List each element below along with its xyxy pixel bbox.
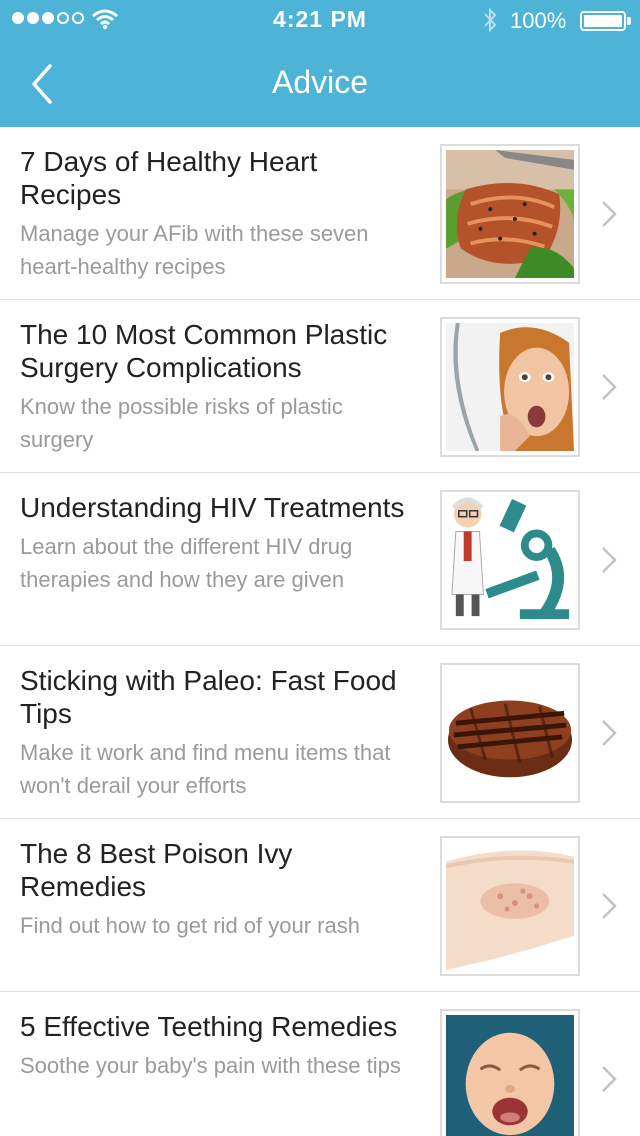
article-title: 7 Days of Healthy Heart Recipes — [20, 146, 318, 210]
salmon-salad-image — [446, 150, 574, 278]
article-thumbnail — [440, 317, 580, 457]
crying-baby-image — [446, 1015, 574, 1136]
doctor-microscope-image — [446, 496, 574, 624]
chevron-right-icon — [602, 547, 617, 573]
article-thumbnail — [440, 490, 580, 630]
status-bar: 4:21 PM 100% — [0, 0, 640, 40]
worried-woman-image — [446, 323, 574, 451]
chevron-right-icon — [602, 201, 617, 227]
article-subtitle: Know the possible risks of plastic surge… — [20, 394, 343, 452]
chevron-right-icon — [602, 1066, 617, 1092]
grilled-patty-image — [446, 669, 574, 797]
battery-icon — [580, 11, 626, 31]
article-thumbnail — [440, 836, 580, 976]
article-row[interactable]: 5 Effective Teething Remedies Soothe you… — [0, 992, 640, 1136]
article-title: Understanding HIV Treatments — [20, 492, 405, 523]
chevron-right-icon — [602, 374, 617, 400]
chevron-right-icon — [602, 893, 617, 919]
chevron-right-icon — [602, 720, 617, 746]
article-title: 5 Effective Teething Remedies — [20, 1011, 398, 1042]
bluetooth-icon — [484, 7, 497, 33]
article-row[interactable]: 7 Days of Healthy Heart Recipes Manage y… — [0, 127, 640, 300]
article-title: The 8 Best Poison Ivy Remedies — [20, 838, 293, 902]
article-row[interactable]: The 8 Best Poison Ivy Remedies Find out … — [0, 819, 640, 992]
navigation-bar: 4:21 PM 100% Advice — [0, 0, 640, 127]
rash-arm-image — [446, 842, 574, 970]
battery-percent: 100% — [510, 8, 567, 33]
article-subtitle: Soothe your baby's pain with these tips — [20, 1053, 401, 1078]
article-subtitle: Manage your AFib with these seven heart-… — [20, 221, 369, 279]
article-thumbnail — [440, 663, 580, 803]
article-row[interactable]: Sticking with Paleo: Fast Food Tips Make… — [0, 646, 640, 819]
article-list: 7 Days of Healthy Heart Recipes Manage y… — [0, 127, 640, 1136]
article-title: The 10 Most Common Plastic Surgery Compl… — [20, 319, 388, 383]
article-title: Sticking with Paleo: Fast Food Tips — [20, 665, 397, 729]
article-subtitle: Find out how to get rid of your rash — [20, 913, 360, 938]
page-title: Advice — [271, 64, 369, 100]
article-thumbnail — [440, 1009, 580, 1136]
article-row[interactable]: Understanding HIV Treatments Learn about… — [0, 473, 640, 646]
article-thumbnail — [440, 144, 580, 284]
article-row[interactable]: The 10 Most Common Plastic Surgery Compl… — [0, 300, 640, 473]
article-subtitle: Learn about the different HIV drug thera… — [20, 534, 353, 592]
article-subtitle: Make it work and find menu items that wo… — [20, 740, 391, 798]
